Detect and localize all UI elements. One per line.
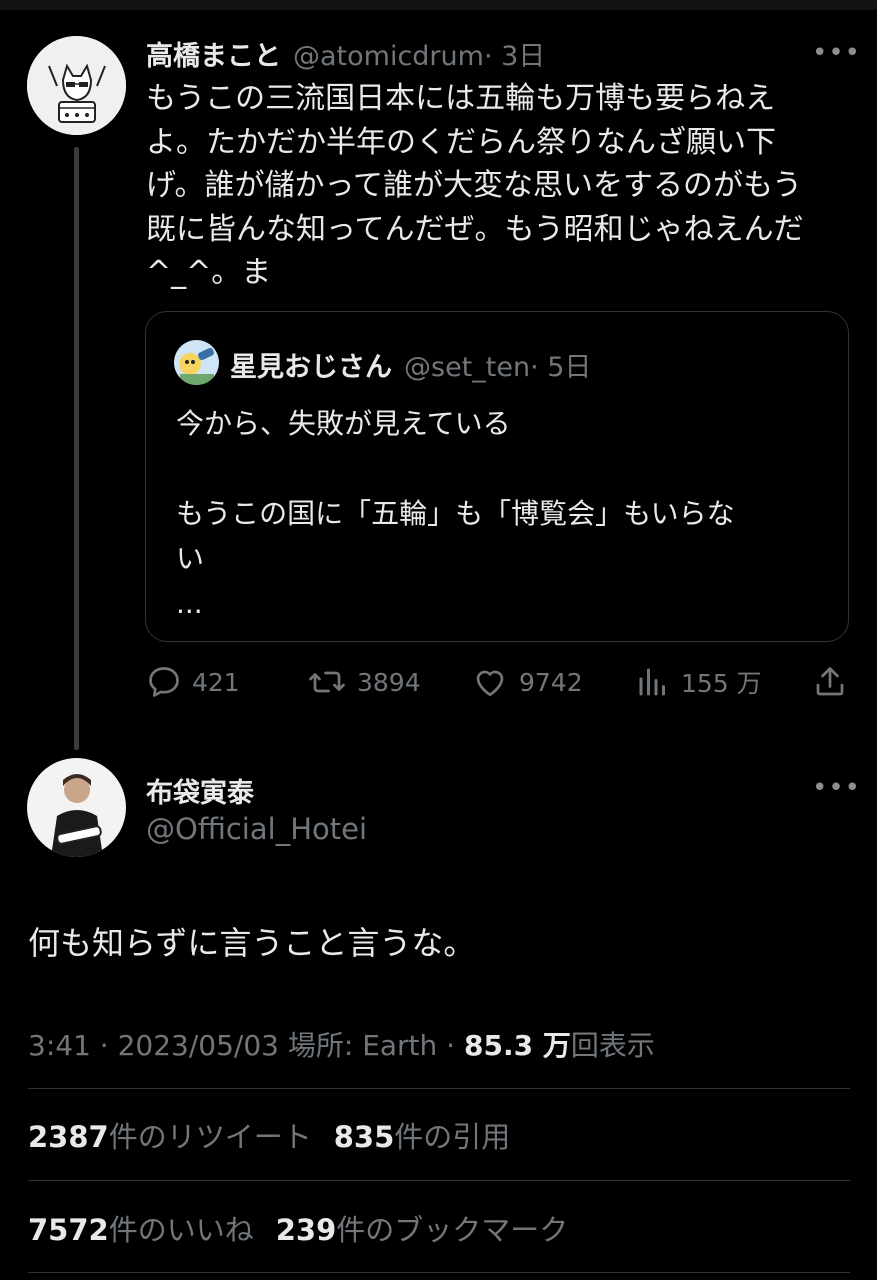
analytics-icon [639,668,665,696]
tweet1-text: もうこの三流国日本には五輪も万博も要らねえ よ。たかだか半年のくだらん祭りなんざ… [146,81,804,290]
retweet-icon [309,671,345,693]
stats-row-retweets-quotes: 2387件のリツイート 835件の引用 [28,1114,510,1156]
tweet2-views-number: 85.3 万 [463,1029,571,1062]
avatar-official-hotei[interactable] [27,758,126,857]
tweet2-more-icon[interactable]: ••• [812,775,861,801]
views-button[interactable]: 155 万 [635,662,762,702]
quotes-label: 件の引用 [394,1120,511,1154]
quote-author-name: 星見おじさん [230,352,392,383]
divider [28,1088,850,1089]
person-guitar-icon [27,758,126,857]
retweet-button[interactable]: 3894 [307,662,421,702]
cat-drummer-icon [27,36,126,135]
retweets-stat[interactable]: 2387件のリツイート [28,1120,312,1154]
views-count: 155 万 [681,669,762,698]
bookmarks-stat[interactable]: 239件のブックマーク [276,1213,569,1247]
tweet1-more-icon[interactable]: ••• [812,40,861,66]
tweet1-header: 高橋まこと @atomicdrum· 3日 [146,34,545,73]
avatar-set-ten [174,340,219,385]
tweet2-text: 何も知らずに言うこと言うな。 [28,924,476,962]
quote-timestamp: · 5日 [530,352,592,383]
reply-button[interactable]: 421 [146,662,240,702]
quote-author-handle: @set_ten [404,352,531,383]
tweet1-author-name[interactable]: 高橋まこと [146,41,281,72]
tweet2-author-name[interactable]: 布袋寅泰 [146,771,254,810]
divider [28,1180,850,1181]
tweet2-author-handle[interactable]: @Official_Hotei [146,812,367,846]
share-icon [816,667,844,696]
divider [28,1272,850,1273]
retweet-count: 3894 [357,667,421,697]
avatar-atomicdrum[interactable] [27,36,126,135]
heart-icon [476,670,504,697]
reply-icon [149,667,179,697]
quote-header: 星見おじさん @set_ten· 5日 [230,345,591,384]
tweet2-time-date-location[interactable]: 3:41 · 2023/05/03 場所: Earth · [28,1029,464,1062]
stats-row-likes-bookmarks: 7572件のいいね 239件のブックマーク [28,1207,568,1249]
tweet2-meta: 3:41 · 2023/05/03 場所: Earth · 85.3 万回表示 [28,1024,655,1064]
quoted-tweet-card[interactable]: 星見おじさん @set_ten· 5日 今から、失敗が見えている もうこの国に「五… [145,311,849,642]
reply-count: 421 [192,667,240,697]
like-button[interactable]: 9742 [471,662,583,702]
thread-connector-line [74,147,79,750]
retweets-number: 2387 [28,1120,109,1154]
likes-label: 件のいいね [108,1213,254,1247]
share-button[interactable] [812,662,858,702]
retweets-label: 件のリツイート [108,1120,312,1154]
likes-stat[interactable]: 7572件のいいね [28,1213,254,1247]
bookmarks-number: 239 [275,1213,337,1247]
quote-text: 今から、失敗が見えている もうこの国に「五輪」も「博覧会」もいらな い ... [176,407,735,620]
tweet1-timestamp[interactable]: · 3日 [484,41,545,72]
stargazer-icon [174,340,219,385]
tweet2-views-label: 回表示 [570,1029,655,1062]
top-strip [0,0,877,10]
tweet1-author-handle[interactable]: @atomicdrum [293,41,484,72]
quotes-stat[interactable]: 835件の引用 [334,1120,511,1154]
bookmarks-label: 件のブックマーク [336,1213,569,1247]
like-count: 9742 [519,667,583,697]
likes-number: 7572 [28,1213,109,1247]
quotes-number: 835 [333,1120,395,1154]
